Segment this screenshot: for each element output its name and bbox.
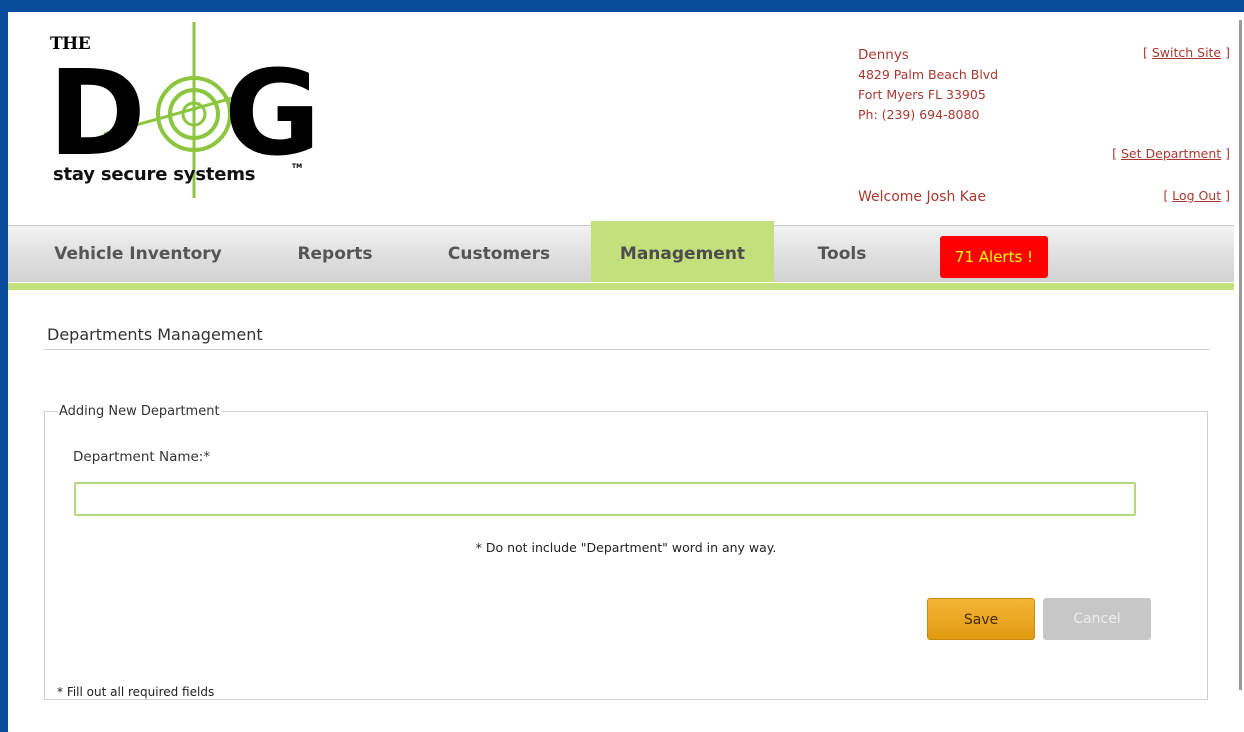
tab-management[interactable]: Management [591, 221, 774, 282]
app-frame: D G THE stay secure systems TM Dennys 48… [8, 12, 1234, 732]
site-address-line2: Fort Myers FL 33905 [858, 87, 986, 102]
logo-tagline: stay secure systems [53, 164, 256, 185]
scrollbar-thumb[interactable] [1239, 20, 1242, 690]
switch-site-link-wrap: [ Switch Site ] [1142, 45, 1230, 60]
title-divider [44, 349, 1210, 350]
tab-vehicle-inventory[interactable]: Vehicle Inventory [38, 226, 238, 282]
site-address-line1: 4829 Palm Beach Blvd [858, 67, 999, 82]
department-name-hint: * Do not include "Department" word in an… [475, 540, 777, 555]
welcome-text: Welcome Josh Kae [858, 189, 986, 205]
log-out-link[interactable]: Log Out [1172, 188, 1221, 203]
cancel-button[interactable]: Cancel [1043, 598, 1151, 640]
log-out-link-wrap: [ Log Out ] [1163, 188, 1230, 203]
switch-site-link[interactable]: Switch Site [1152, 45, 1221, 60]
department-name-label: Department Name:* [73, 449, 211, 465]
vertical-scrollbar[interactable] [1234, 12, 1244, 732]
logo-letter-d: D [48, 44, 146, 182]
dog-logo: D G THE stay secure systems TM [44, 22, 314, 198]
page-title: Departments Management [47, 325, 263, 344]
form-legend: Adding New Department [59, 404, 220, 419]
site-name: Dennys [858, 47, 909, 63]
site-phone: Ph: (239) 694-8080 [858, 107, 980, 122]
nav-accent-strip [8, 283, 1234, 290]
tab-reports[interactable]: Reports [280, 226, 390, 282]
logo-the-text: THE [50, 34, 91, 54]
tab-tools[interactable]: Tools [798, 226, 886, 282]
set-department-link-wrap: [ Set Department ] [1112, 146, 1230, 161]
required-fields-note: * Fill out all required fields [57, 685, 215, 699]
tab-customers[interactable]: Customers [428, 226, 570, 282]
department-name-input[interactable] [74, 482, 1136, 516]
set-department-link[interactable]: Set Department [1121, 146, 1221, 161]
add-department-form: Adding New Department Department Name:* … [44, 404, 1208, 700]
site-info: Dennys 4829 Palm Beach Blvd Fort Myers F… [858, 45, 998, 125]
alerts-button[interactable]: 71 Alerts ! [940, 236, 1048, 278]
logo-letter-g: G [224, 44, 314, 182]
save-button[interactable]: Save [927, 598, 1035, 640]
logo-trademark: TM [292, 163, 303, 170]
main-nav: Vehicle Inventory Reports Customers Mana… [8, 221, 1234, 290]
